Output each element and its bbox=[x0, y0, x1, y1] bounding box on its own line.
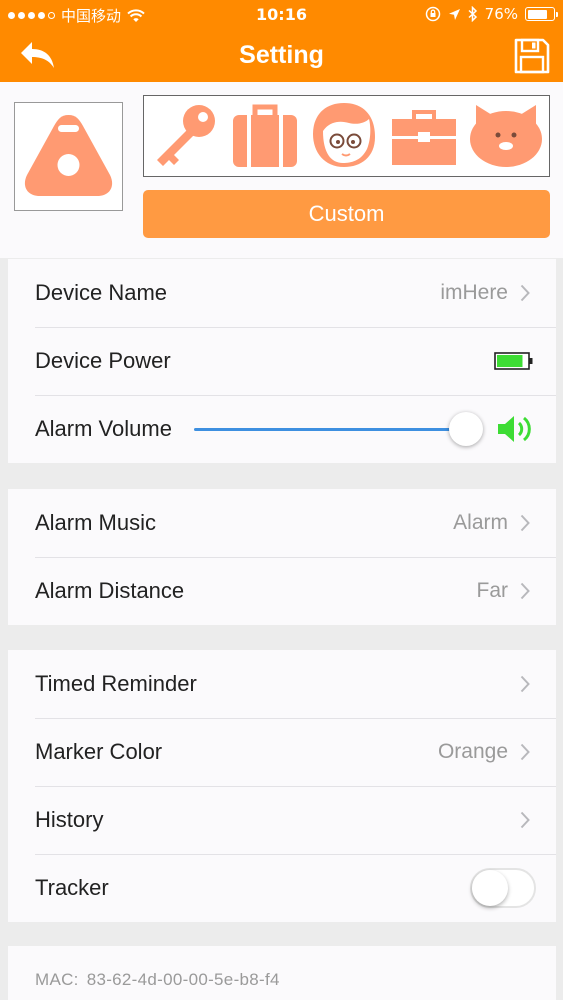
chevron-right-icon bbox=[520, 743, 530, 761]
history-label: History bbox=[35, 807, 104, 832]
speaker-volume-icon bbox=[498, 416, 531, 442]
settings-group-misc: Timed Reminder Marker Color Orange Histo… bbox=[8, 650, 556, 922]
battery-percent: 76% bbox=[484, 5, 518, 23]
tag-selector-area: Custom bbox=[0, 82, 563, 258]
alarm-volume-label: Alarm Volume bbox=[35, 416, 172, 441]
alarm-volume-row: Alarm Volume bbox=[8, 395, 556, 463]
navigation-bar: Setting bbox=[0, 30, 563, 82]
child-face-icon[interactable] bbox=[309, 101, 379, 171]
mac-value: 83-62-4d-00-00-5e-b8-f4 bbox=[86, 970, 280, 989]
device-power-label: Device Power bbox=[35, 348, 171, 373]
device-name-value: imHere bbox=[440, 281, 508, 304]
chevron-right-icon bbox=[520, 675, 530, 693]
settings-group-device: Device Name imHere Device Power Alarm Vo… bbox=[8, 259, 556, 463]
timed-reminder-label: Timed Reminder bbox=[35, 671, 197, 696]
device-name-label: Device Name bbox=[35, 280, 168, 305]
tracker-label: Tracker bbox=[35, 875, 109, 900]
toggle-knob bbox=[472, 870, 508, 906]
alarm-distance-value: Far bbox=[476, 579, 509, 602]
mac-address: MAC: 83-62-4d-00-00-5e-b8-f4 bbox=[35, 970, 280, 990]
suitcase-icon[interactable] bbox=[230, 101, 300, 171]
alarm-volume-slider[interactable] bbox=[194, 395, 484, 463]
triangle-tag-icon bbox=[24, 115, 113, 196]
device-info-footer: MAC: 83-62-4d-00-00-5e-b8-f4 bbox=[8, 946, 556, 1000]
toolbox-icon[interactable] bbox=[389, 101, 459, 171]
bluetooth-icon bbox=[468, 6, 477, 22]
device-name-row[interactable]: Device Name imHere bbox=[8, 259, 556, 327]
rotation-lock-icon bbox=[425, 6, 440, 22]
chevron-right-icon bbox=[520, 582, 530, 600]
alarm-distance-label: Alarm Distance bbox=[35, 578, 185, 603]
key-icon[interactable] bbox=[149, 101, 221, 171]
pig-icon[interactable] bbox=[468, 101, 544, 171]
settings-group-alarm: Alarm Music Alarm Alarm Distance Far bbox=[8, 489, 556, 625]
chevron-right-icon bbox=[520, 284, 530, 302]
mac-label: MAC: bbox=[35, 970, 79, 989]
battery-level bbox=[527, 9, 547, 19]
device-power-row: Device Power bbox=[8, 327, 556, 395]
timed-reminder-row[interactable]: Timed Reminder bbox=[8, 650, 556, 718]
tracker-toggle[interactable] bbox=[470, 868, 536, 908]
save-floppy-icon[interactable] bbox=[513, 37, 551, 75]
page-title: Setting bbox=[239, 41, 324, 69]
alarm-music-row[interactable]: Alarm Music Alarm bbox=[8, 489, 556, 557]
chevron-right-icon bbox=[520, 514, 530, 532]
status-bar: 中国移动 10:16 76% bbox=[0, 0, 563, 30]
marker-color-label: Marker Color bbox=[35, 739, 163, 764]
chevron-right-icon bbox=[520, 811, 530, 829]
marker-color-row[interactable]: Marker Color Orange bbox=[8, 718, 556, 786]
alarm-distance-row[interactable]: Alarm Distance Far bbox=[8, 557, 556, 625]
history-row[interactable]: History bbox=[8, 786, 556, 854]
slider-track[interactable] bbox=[194, 428, 466, 431]
location-arrow-icon bbox=[448, 8, 460, 20]
battery-icon bbox=[525, 7, 558, 21]
alarm-music-value: Alarm bbox=[453, 511, 508, 534]
slider-thumb[interactable] bbox=[449, 412, 483, 446]
tracker-row: Tracker bbox=[8, 854, 556, 922]
alarm-music-label: Alarm Music bbox=[35, 510, 157, 535]
device-image[interactable] bbox=[14, 102, 123, 211]
tag-icon-options bbox=[143, 95, 550, 177]
device-battery-icon bbox=[494, 352, 533, 370]
marker-color-value: Orange bbox=[437, 740, 508, 763]
custom-button[interactable]: Custom bbox=[143, 190, 550, 238]
